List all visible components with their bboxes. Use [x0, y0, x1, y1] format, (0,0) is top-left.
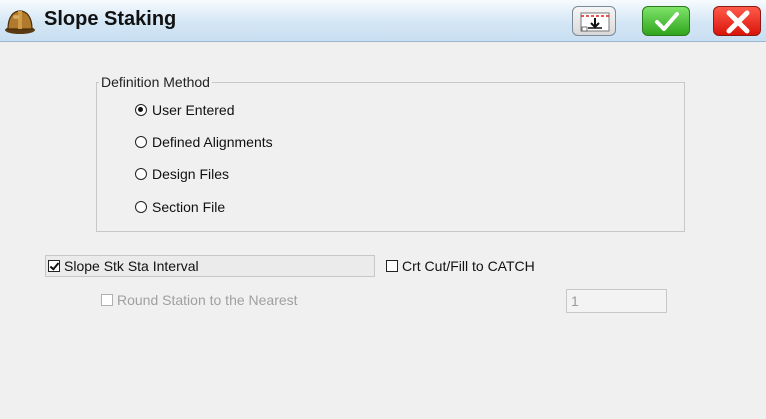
keypad-download-button[interactable] — [572, 6, 616, 36]
crt-cut-fill-checkbox[interactable]: Crt Cut/Fill to CATCH — [386, 255, 535, 277]
radio-user-entered[interactable]: User Entered — [135, 100, 234, 120]
radio-label: Section File — [152, 199, 226, 215]
window-title: Slope Staking — [44, 8, 177, 30]
definition-method-legend: Definition Method — [101, 74, 210, 90]
radio-button[interactable] — [135, 104, 147, 116]
radio-label: User Entered — [152, 102, 235, 118]
radio-button[interactable] — [135, 201, 147, 213]
checkbox-label: Crt Cut/Fill to CATCH — [402, 258, 535, 274]
radio-section-file[interactable]: Section File — [135, 197, 225, 217]
checkmark-icon — [655, 12, 679, 31]
dialog-content: Definition Method User Entered Defined A… — [0, 42, 766, 419]
checkbox-box[interactable] — [386, 260, 398, 272]
keypad-download-icon — [580, 12, 610, 32]
ok-button[interactable] — [642, 6, 690, 36]
checkbox-label: Round Station to the Nearest — [117, 292, 298, 308]
radio-label: Defined Alignments — [152, 134, 273, 150]
checkbox-box[interactable] — [48, 260, 60, 272]
radio-label: Design Files — [152, 166, 230, 182]
radio-button[interactable] — [135, 168, 147, 180]
round-station-value-input: 1 — [566, 289, 667, 313]
hardhat-icon — [5, 10, 35, 34]
slope-stk-sta-interval-checkbox[interactable]: Slope Stk Sta Interval — [45, 255, 375, 277]
checkbox-box — [101, 294, 113, 306]
radio-design-files[interactable]: Design Files — [135, 164, 229, 184]
checkbox-label: Slope Stk Sta Interval — [64, 258, 199, 274]
round-station-checkbox: Round Station to the Nearest — [101, 289, 298, 311]
close-x-icon — [726, 10, 750, 34]
radio-defined-alignments[interactable]: Defined Alignments — [135, 132, 273, 152]
title-bar: Slope Staking — [0, 0, 766, 42]
radio-button[interactable] — [135, 136, 147, 148]
close-button[interactable] — [713, 6, 761, 36]
